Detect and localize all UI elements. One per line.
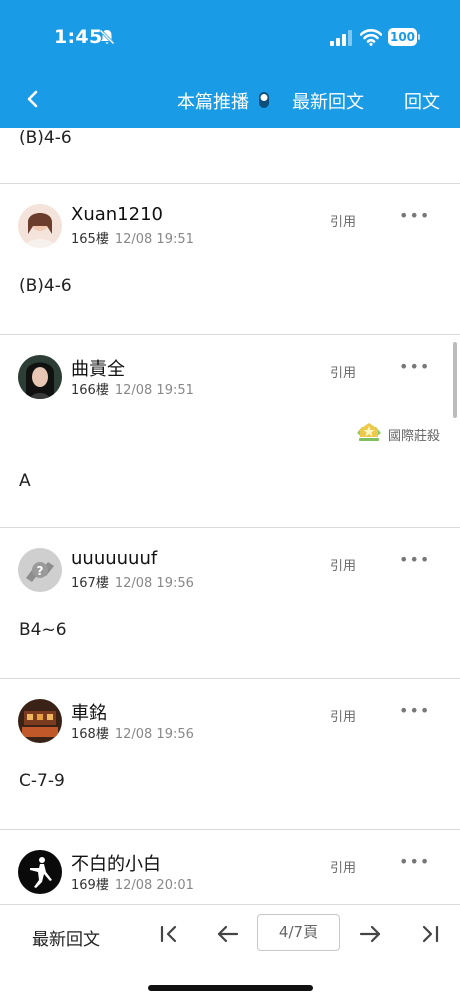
arrow-left-icon[interactable] (215, 921, 241, 947)
post-meta: 165樓 12/08 19:51 (71, 228, 194, 247)
reply-list[interactable]: (B)4-6 Xuan1210 165樓 12/08 19:51 引用 ••• (… (0, 128, 460, 904)
post-item: 不白的小白 169樓 12/08 20:01 引用 ••• (0, 830, 460, 904)
battery-level: 100 (388, 28, 417, 46)
wifi-icon (360, 29, 382, 46)
username[interactable]: 車銘 (71, 699, 107, 725)
live-updates-link[interactable]: 本篇推播 (177, 88, 249, 114)
battery-icon: 100 (388, 28, 420, 46)
nav-bar: 本篇推播 最新回文 回文 (0, 72, 460, 128)
svg-text:?: ? (37, 564, 44, 578)
bell-muted-icon (99, 29, 115, 45)
scrollbar[interactable] (453, 342, 457, 418)
post-meta: 168樓 12/08 19:56 (71, 723, 194, 742)
quote-button[interactable]: 引用 (330, 857, 356, 876)
page-indicator[interactable]: 4/7頁 (257, 914, 340, 951)
post-meta: 166樓 12/08 19:51 (71, 379, 194, 398)
post-meta: 167樓 12/08 19:56 (71, 572, 194, 591)
floor-number: 168樓 (71, 727, 109, 742)
app-header: 1:45 100 本篇推播 最新回文 回文 (0, 0, 460, 128)
more-icon[interactable]: ••• (399, 206, 430, 225)
floor-number: 165樓 (71, 232, 109, 247)
status-time: 1:45 (54, 26, 103, 48)
username[interactable]: Xuan1210 (71, 204, 163, 225)
badge-label: 國際莊殺 (388, 429, 441, 444)
medal-icon (357, 423, 381, 441)
post-timestamp: 12/08 19:51 (114, 383, 194, 398)
latest-replies-button[interactable]: 最新回文 (32, 925, 100, 950)
avatar[interactable]: ? (18, 548, 62, 592)
post-timestamp: 12/08 20:01 (114, 878, 194, 893)
status-bar: 1:45 100 (0, 0, 460, 72)
username[interactable]: 曲責全 (71, 355, 125, 381)
post-body-text: (B)4-6 (19, 276, 72, 296)
quote-button[interactable]: 引用 (330, 706, 356, 725)
avatar[interactable] (18, 355, 62, 399)
floor-number: 169樓 (71, 878, 109, 893)
home-indicator[interactable] (148, 985, 313, 991)
post-body-text: A (19, 471, 31, 491)
post-item: 曲責全 166樓 12/08 19:51 引用 ••• 國際莊殺 A (0, 335, 460, 527)
toggle-indicator-icon[interactable] (258, 92, 270, 108)
post-timestamp: 12/08 19:56 (114, 727, 194, 742)
quote-button[interactable]: 引用 (330, 362, 356, 381)
last-page-icon[interactable] (418, 921, 444, 947)
quote-button[interactable]: 引用 (330, 555, 356, 574)
more-icon[interactable]: ••• (399, 852, 430, 871)
post-item: Xuan1210 165樓 12/08 19:51 引用 ••• (B)4-6 (0, 184, 460, 334)
cellular-signal-icon (330, 30, 352, 46)
floor-number: 167樓 (71, 576, 109, 591)
avatar[interactable] (18, 699, 62, 743)
quote-button[interactable]: 引用 (330, 211, 356, 230)
more-icon[interactable]: ••• (399, 357, 430, 376)
floor-number: 166樓 (71, 383, 109, 398)
post-timestamp: 12/08 19:56 (114, 576, 194, 591)
avatar[interactable] (18, 204, 62, 248)
post-item: ? uuuuuuuf 167樓 12/08 19:56 引用 ••• B4~6 (0, 528, 460, 678)
post-body-text: B4~6 (19, 620, 67, 640)
reply-link[interactable]: 回文 (404, 88, 440, 114)
more-icon[interactable]: ••• (399, 701, 430, 720)
post-item: 車銘 168樓 12/08 19:56 引用 ••• C-7-9 (0, 679, 460, 829)
post-meta: 169樓 12/08 20:01 (71, 874, 194, 893)
chevron-left-icon[interactable] (18, 84, 48, 114)
more-icon[interactable]: ••• (399, 550, 430, 569)
post-timestamp: 12/08 19:51 (114, 232, 194, 247)
first-page-icon[interactable] (156, 921, 182, 947)
avatar[interactable] (18, 850, 62, 894)
arrow-right-icon[interactable] (357, 921, 383, 947)
username[interactable]: 不白的小白 (71, 850, 161, 876)
post-body-text: (B)4-6 (19, 128, 72, 148)
username[interactable]: uuuuuuuf (71, 548, 157, 569)
latest-replies-link[interactable]: 最新回文 (292, 88, 364, 114)
pagination-bar: 最新回文 4/7頁 (0, 904, 460, 1000)
post-body-text: C-7-9 (19, 771, 65, 791)
